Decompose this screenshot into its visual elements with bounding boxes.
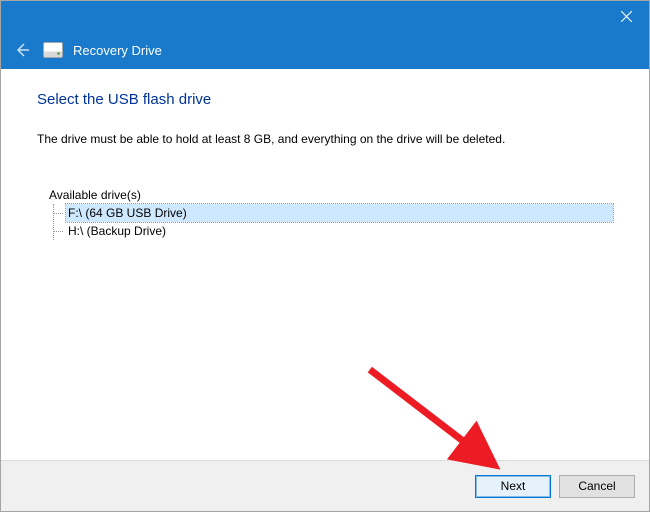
page-heading: Select the USB flash drive [37, 91, 613, 108]
wizard-header: Recovery Drive [1, 31, 649, 69]
back-arrow-icon [14, 42, 30, 58]
tree-root-label: Available drive(s) [47, 186, 613, 204]
drive-icon [43, 42, 63, 58]
available-drives-tree: Available drive(s) F:\ (64 GB USB Drive)… [47, 186, 613, 240]
cancel-button[interactable]: Cancel [559, 475, 635, 498]
drive-option-f[interactable]: F:\ (64 GB USB Drive) [66, 204, 613, 222]
recovery-drive-window: Recovery Drive Select the USB flash driv… [0, 0, 650, 512]
tree-children: F:\ (64 GB USB Drive) H:\ (Backup Drive) [53, 204, 613, 240]
window-close-button[interactable] [603, 1, 649, 31]
wizard-content: Select the USB flash drive The drive mus… [1, 69, 649, 460]
back-button[interactable] [11, 39, 33, 61]
titlebar [1, 1, 649, 31]
wizard-title: Recovery Drive [73, 43, 162, 58]
wizard-footer: Next Cancel [1, 460, 649, 511]
drive-option-h[interactable]: H:\ (Backup Drive) [66, 222, 613, 240]
close-icon [621, 11, 632, 22]
next-button[interactable]: Next [475, 475, 551, 498]
page-instruction: The drive must be able to hold at least … [37, 132, 613, 146]
